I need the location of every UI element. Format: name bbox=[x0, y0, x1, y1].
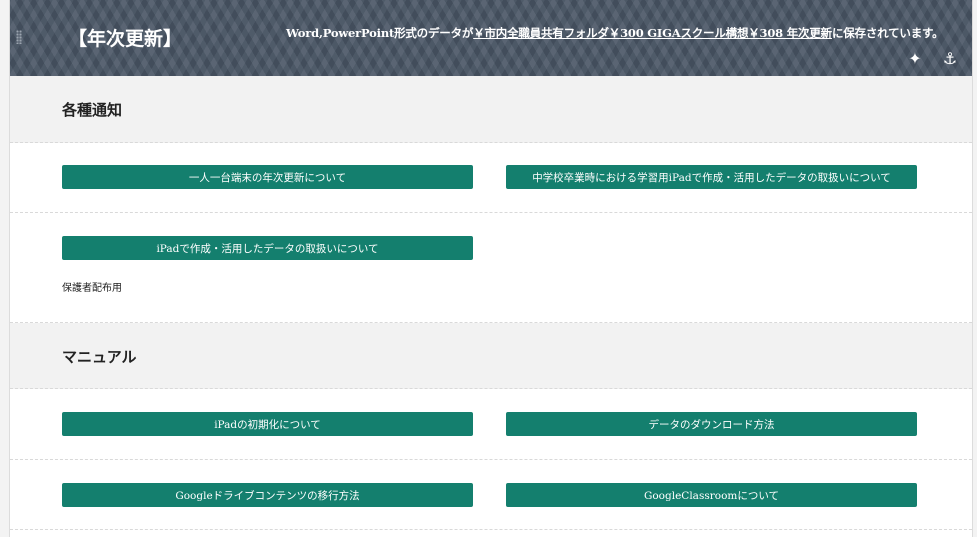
graduation-data-notice-button[interactable]: 中学校卒業時における学習用iPadで作成・活用したデータの取扱いについて bbox=[506, 165, 917, 189]
annual-update-notice-button[interactable]: 一人一台端末の年次更新について bbox=[62, 165, 473, 189]
anchor-icon[interactable]: ⚓ bbox=[941, 50, 959, 68]
parent-distribution-note: 保護者配布用 bbox=[62, 283, 122, 294]
section-header-notices: 各種通知 bbox=[10, 76, 972, 143]
ipad-reset-button[interactable]: iPadの初期化について bbox=[62, 412, 473, 436]
section-header-manuals: マニュアル bbox=[10, 323, 972, 389]
section-heading: 各種通知 bbox=[62, 101, 123, 119]
data-download-button[interactable]: データのダウンロード方法 bbox=[506, 412, 917, 436]
page-header: 【年次更新】 Word,PowerPoint形式のデータが￥市内全職員共有フォル… bbox=[10, 0, 972, 76]
ipad-data-handling-button[interactable]: iPadで作成・活用したデータの取扱いについて bbox=[62, 236, 473, 260]
button-row: 一人一台端末の年次更新について 中学校卒業時における学習用iPadで作成・活用し… bbox=[10, 143, 972, 213]
header-note: Word,PowerPoint形式のデータが￥市内全職員共有フォルダ￥300 G… bbox=[286, 25, 944, 41]
drag-handle-icon[interactable] bbox=[16, 30, 22, 44]
page-title: 【年次更新】 bbox=[68, 28, 183, 50]
google-drive-migration-button[interactable]: Googleドライブコンテンツの移行方法 bbox=[62, 483, 473, 507]
content-frame: 【年次更新】 Word,PowerPoint形式のデータが￥市内全職員共有フォル… bbox=[9, 0, 973, 537]
header-note-path: ￥市内全職員共有フォルダ￥300 GIGAスクール構想￥308 年次更新 bbox=[473, 26, 832, 40]
button-row: iPadの初期化について データのダウンロード方法 bbox=[10, 389, 972, 460]
button-row: iPadで作成・活用したデータの取扱いについて 保護者配布用 bbox=[10, 213, 972, 323]
button-row: Googleドライブコンテンツの移行方法 GoogleClassroomについて bbox=[10, 460, 972, 530]
header-note-suffix: に保存されています。 bbox=[831, 26, 944, 40]
sparkle-icon[interactable]: ✦ bbox=[906, 50, 924, 68]
section-heading: マニュアル bbox=[62, 348, 137, 366]
outer-margin-left bbox=[0, 0, 9, 537]
header-note-prefix: Word,PowerPoint形式のデータが bbox=[286, 26, 474, 40]
google-classroom-button[interactable]: GoogleClassroomについて bbox=[506, 483, 917, 507]
